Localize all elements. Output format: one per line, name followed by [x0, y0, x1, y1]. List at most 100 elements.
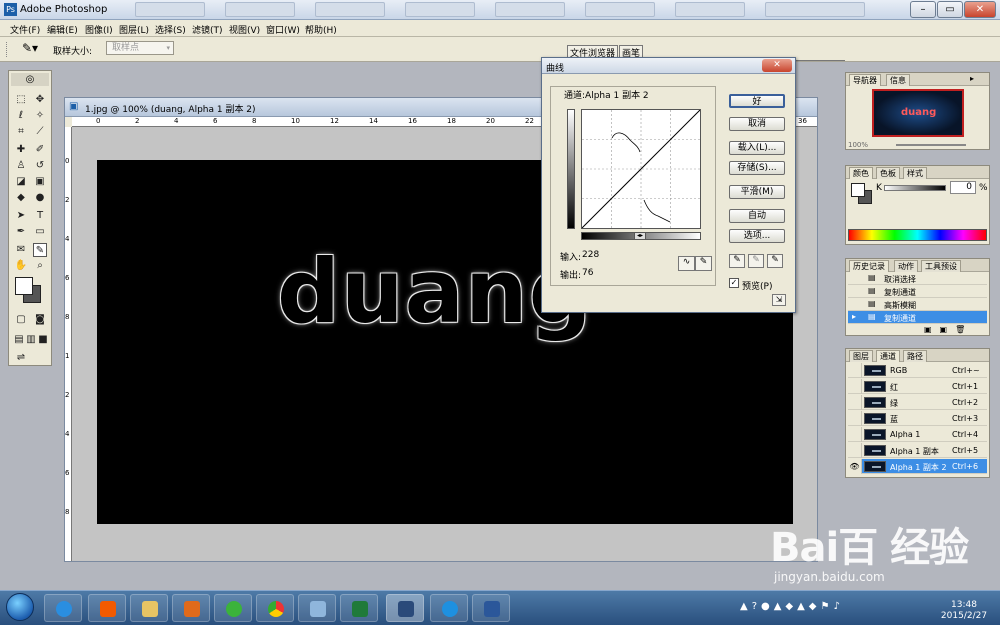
history-item[interactable]: ▤ 复制通道: [848, 285, 987, 298]
menu-layer[interactable]: 图层(L): [119, 23, 149, 36]
close-button[interactable]: ✕: [964, 1, 996, 18]
panel-menu-icon[interactable]: ▸: [970, 74, 974, 83]
curves-title-bar[interactable]: 曲线 ✕: [542, 58, 795, 74]
sample-size-select[interactable]: 取样点 ▾: [106, 41, 174, 55]
cancel-button[interactable]: 取消: [729, 117, 785, 131]
minimize-button[interactable]: –: [910, 1, 936, 18]
zoom-slider[interactable]: [896, 144, 966, 146]
restore-button[interactable]: ▭: [937, 1, 963, 18]
curves-dialog[interactable]: 曲线 ✕ 通道:Alpha 1 副本 2 ◂▸ 输入: 228 输出: 76 ∿…: [541, 57, 796, 313]
jump-to-imageready-icon[interactable]: ⇌: [14, 351, 28, 365]
taskbar-media[interactable]: [172, 594, 210, 622]
tab-info[interactable]: 信息: [886, 74, 910, 86]
zoom-value[interactable]: 100%: [848, 141, 868, 149]
taskbar-ie[interactable]: [44, 594, 82, 622]
white-eyedropper-icon[interactable]: ✎: [767, 254, 783, 268]
pen-tool-icon[interactable]: ✒: [14, 225, 28, 239]
eyedropper-tool-icon[interactable]: ✎: [33, 243, 47, 257]
crop-tool-icon[interactable]: ⌗: [14, 125, 28, 139]
stamp-tool-icon[interactable]: ♙: [14, 159, 28, 173]
lasso-tool-icon[interactable]: ℓ: [14, 109, 28, 123]
menu-file[interactable]: 文件(F): [10, 23, 40, 36]
system-tray-icons[interactable]: ▲?●▲◆▲◆⚑♪: [740, 601, 844, 612]
k-slider[interactable]: [884, 185, 946, 191]
channel-row[interactable]: 绿 Ctrl+2: [848, 395, 987, 410]
taskbar-word[interactable]: [472, 594, 510, 622]
hand-tool-icon[interactable]: ✋: [14, 259, 28, 273]
tab-paths[interactable]: 路径: [903, 350, 927, 362]
visibility-toggle[interactable]: [848, 379, 862, 394]
start-button[interactable]: [6, 593, 34, 621]
taskbar-window[interactable]: [298, 594, 336, 622]
gray-eyedropper-icon[interactable]: ✎: [748, 254, 764, 268]
close-icon[interactable]: ✕: [762, 59, 792, 72]
taskbar-taobao[interactable]: [88, 594, 126, 622]
taskbar-chrome[interactable]: [256, 594, 294, 622]
dodge-tool-icon[interactable]: ●: [33, 191, 47, 205]
taskbar-explorer[interactable]: [130, 594, 168, 622]
channel-row-selected[interactable]: 👁 Alpha 1 副本 2 Ctrl+6: [848, 459, 987, 474]
blur-tool-icon[interactable]: ◆: [14, 191, 28, 205]
shape-tool-icon[interactable]: ▭: [33, 225, 47, 239]
eyedropper-icon[interactable]: ✎▾: [22, 41, 38, 55]
eraser-tool-icon[interactable]: ◪: [14, 175, 28, 189]
zoom-tool-icon[interactable]: ⌕: [33, 259, 47, 273]
expand-icon[interactable]: ⇲: [772, 294, 786, 306]
visibility-toggle[interactable]: [848, 443, 862, 458]
navigator-thumbnail[interactable]: duang: [872, 89, 964, 137]
color-ramp[interactable]: [848, 229, 987, 241]
tab-color[interactable]: 颜色: [849, 167, 873, 179]
menu-image[interactable]: 图像(I): [85, 23, 113, 36]
notes-tool-icon[interactable]: ✉: [14, 243, 28, 257]
tab-history[interactable]: 历史记录: [849, 260, 889, 272]
channel-row[interactable]: 红 Ctrl+1: [848, 379, 987, 394]
menu-filter[interactable]: 滤镜(T): [192, 23, 223, 36]
ok-button[interactable]: 好: [729, 94, 785, 108]
menu-edit[interactable]: 编辑(E): [47, 23, 78, 36]
gradient-toggle-icon[interactable]: ◂▸: [634, 232, 646, 240]
tab-tool-presets[interactable]: 工具预设: [921, 260, 961, 272]
standard-mode-icon[interactable]: ▢: [14, 313, 28, 327]
tab-layers[interactable]: 图层: [849, 350, 873, 362]
history-item[interactable]: ▤ 取消选择: [848, 272, 987, 285]
visibility-toggle[interactable]: [848, 427, 862, 442]
taskbar-photoshop[interactable]: [386, 594, 424, 622]
history-item[interactable]: ▤ 高斯模糊: [848, 298, 987, 311]
curve-graph[interactable]: [581, 109, 701, 229]
load-button[interactable]: 载入(L)...: [729, 141, 785, 155]
gradient-tool-icon[interactable]: ▣: [33, 175, 47, 189]
tab-channels[interactable]: 通道: [876, 350, 900, 362]
clock[interactable]: 13:48 2015/2/27: [938, 600, 990, 622]
eye-icon[interactable]: 👁: [848, 459, 862, 474]
taskbar-app[interactable]: [430, 594, 468, 622]
channel-row[interactable]: RGB Ctrl+~: [848, 363, 987, 378]
history-brush-icon[interactable]: ↺: [33, 159, 47, 173]
visibility-toggle[interactable]: [848, 363, 862, 378]
tab-swatches[interactable]: 色板: [876, 167, 900, 179]
black-eyedropper-icon[interactable]: ✎: [729, 254, 745, 268]
tab-styles[interactable]: 样式: [903, 167, 927, 179]
menu-select[interactable]: 选择(S): [155, 23, 186, 36]
channel-row[interactable]: 蓝 Ctrl+3: [848, 411, 987, 426]
visibility-toggle[interactable]: [848, 395, 862, 410]
options-button[interactable]: 选项...: [729, 229, 785, 243]
type-tool-icon[interactable]: T: [33, 209, 47, 223]
menu-help[interactable]: 帮助(H): [305, 23, 337, 36]
pencil-tool-icon[interactable]: ✎: [695, 256, 712, 271]
magic-wand-icon[interactable]: ✧: [33, 109, 47, 123]
preview-checkbox[interactable]: ✓: [729, 278, 739, 288]
taskbar-360[interactable]: [214, 594, 252, 622]
visibility-toggle[interactable]: [848, 411, 862, 426]
screen-mode-full-icon[interactable]: ■: [36, 333, 50, 347]
marquee-tool-icon[interactable]: ⬚: [14, 93, 28, 107]
k-value[interactable]: 0: [950, 181, 976, 194]
channel-row[interactable]: Alpha 1 副本 Ctrl+5: [848, 443, 987, 458]
healing-brush-icon[interactable]: ✚: [14, 143, 28, 157]
move-tool-icon[interactable]: ✥: [33, 93, 47, 107]
slice-tool-icon[interactable]: ⟋: [33, 125, 47, 139]
menu-view[interactable]: 视图(V): [229, 23, 260, 36]
foreground-color-swatch[interactable]: [15, 277, 33, 295]
auto-button[interactable]: 自动: [729, 209, 785, 223]
taskbar-excel[interactable]: [340, 594, 378, 622]
quick-mask-icon[interactable]: ◙: [33, 313, 47, 327]
